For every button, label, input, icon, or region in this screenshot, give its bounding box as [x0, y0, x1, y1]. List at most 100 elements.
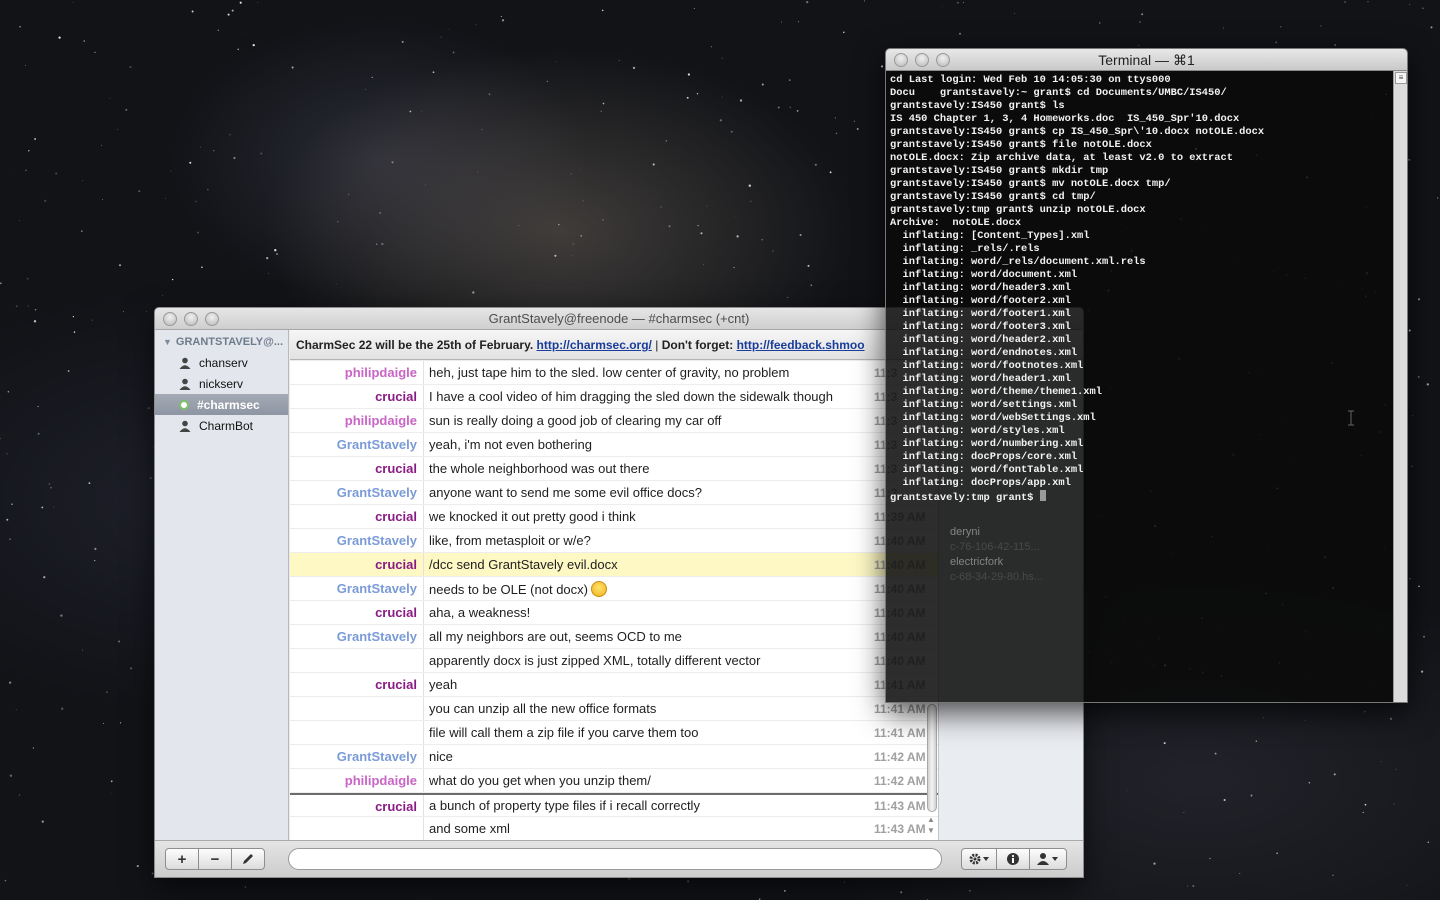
ghost-member-list: deryni c-76-106-42-115... electricfork c-68… [950, 526, 1043, 586]
message-nick[interactable]: philipdaigle [290, 361, 424, 384]
message-nick[interactable] [290, 649, 424, 672]
gear-icon [969, 853, 989, 865]
plus-icon: + [177, 850, 187, 868]
terminal-scrollbar[interactable]: ≡ [1393, 71, 1407, 702]
ghost-member: electricfork c-68-34-29-80.hs... [950, 556, 1043, 583]
message-text: nice [429, 749, 453, 764]
message-text-cell: what do you get when you unzip them/ [424, 773, 874, 788]
message-text: all my neighbors are out, seems OCD to m… [429, 629, 682, 644]
message-nick[interactable]: GrantStavely [290, 577, 424, 600]
sidebar-item-nickserv[interactable]: nickserv [155, 373, 288, 394]
remove-button[interactable]: − [198, 848, 232, 870]
user-menu-button[interactable] [1029, 848, 1067, 870]
sidebar-item-label: #charmsec [197, 397, 260, 412]
message-row: philipdaigle sun is really doing a good j… [290, 409, 938, 433]
message-text: anyone want to send me some evil office … [429, 485, 702, 500]
message-input[interactable] [288, 848, 942, 870]
message-row: you can unzip all the new office formats… [290, 697, 938, 721]
message-text-cell: nice [424, 749, 874, 764]
sidebar-item-chanserv[interactable]: chanserv [155, 352, 288, 373]
split-pane-icon[interactable]: ≡ [1395, 72, 1407, 84]
message-text-cell: you can unzip all the new office formats [424, 701, 874, 716]
ghost-member-name: electricfork [950, 556, 1004, 568]
message-text-cell: file will call them a zip file if you ca… [424, 725, 874, 740]
message-text: yeah [429, 677, 458, 692]
sidebar-item-charmsec[interactable]: #charmsec [155, 394, 288, 415]
message-text-cell: the whole neighborhood was out there [424, 461, 874, 476]
message-text-cell: heh, just tape him to the sled. low cent… [424, 365, 874, 380]
message-row: crucial we knocked it out pretty good i t… [290, 505, 938, 529]
message-row: GrantStavely all my neighbors are out, se… [290, 625, 938, 649]
message-nick[interactable]: crucial [290, 385, 424, 408]
message-text: needs to be OLE (not docx) [429, 581, 588, 597]
message-text-cell: yeah, i'm not even bothering [424, 437, 874, 452]
server-label: GRANTSTAVELY@... [175, 336, 284, 348]
channel-sidebar: ▼ GRANTSTAVELY@... chanserv nickserv #char… [155, 330, 289, 840]
message-row: GrantStavely nice 11:42 AM [290, 745, 938, 769]
sidebar-item-label: chanserv [199, 355, 248, 370]
message-text: you can unzip all the new office formats [429, 701, 657, 716]
terminal-title: Terminal — ⌘1 [1098, 52, 1195, 68]
message-nick[interactable]: philipdaigle [290, 769, 424, 792]
message-text-cell: I have a cool video of him dragging the … [424, 389, 874, 404]
message-nick[interactable]: crucial [290, 601, 424, 624]
person-icon [179, 420, 191, 432]
person-icon [179, 357, 191, 369]
message-nick[interactable]: crucial [290, 457, 424, 480]
message-text-cell: apparently docx is just zipped XML, tota… [424, 653, 874, 668]
message-nick[interactable]: GrantStavely [290, 745, 424, 768]
message-log[interactable]: philipdaigle heh, just tape him to the sl… [290, 361, 938, 840]
topic-link-charmsec[interactable]: http://charmsec.org/ [537, 338, 652, 352]
terminal-prompt: grantstavely:tmp grant$ [890, 492, 1040, 504]
sidebar-item-label: nickserv [199, 376, 244, 391]
message-text-cell: a bunch of property type files if i reca… [424, 798, 874, 813]
message-nick[interactable]: philipdaigle [290, 409, 424, 432]
message-row: crucial a bunch of property type files if… [290, 793, 938, 817]
message-row: GrantStavely yeah, i'm not even bothering… [290, 433, 938, 457]
message-row: philipdaigle what do you get when you unz… [290, 769, 938, 793]
message-text: sun is really doing a good job of cleari… [429, 413, 722, 428]
action-menu-button[interactable] [961, 848, 997, 870]
add-button[interactable]: + [165, 848, 199, 870]
person-icon [1037, 853, 1058, 865]
message-nick[interactable]: GrantStavely [290, 433, 424, 456]
message-scrollbar[interactable]: ▲ ▼ [926, 704, 938, 842]
message-text: heh, just tape him to the sled. low cent… [429, 365, 790, 380]
message-text: apparently docx is just zipped XML, tota… [429, 653, 761, 668]
terminal-output[interactable]: cd Last login: Wed Feb 10 14:05:30 on tt… [886, 71, 1393, 702]
person-icon [179, 378, 191, 390]
message-nick[interactable] [290, 721, 424, 744]
message-text: a bunch of property type files if i reca… [429, 798, 700, 813]
message-text: file will call them a zip file if you ca… [429, 725, 699, 740]
message-text-cell: like, from metasploit or w/e? [424, 533, 874, 548]
message-nick[interactable]: GrantStavely [290, 625, 424, 648]
message-nick[interactable]: GrantStavely [290, 481, 424, 504]
message-text: and some xml [429, 821, 510, 836]
server-group[interactable]: ▼ GRANTSTAVELY@... [155, 332, 288, 352]
message-row: crucialaha, a weakness!11:40 AM [290, 601, 938, 625]
message-nick[interactable]: GrantStavely [290, 529, 424, 552]
topic-link-feedback[interactable]: http://feedback.shmoo [737, 338, 865, 352]
sidebar-item-CharmBot[interactable]: CharmBot [155, 415, 288, 436]
message-nick[interactable]: crucial [290, 673, 424, 696]
scroll-arrows[interactable]: ▲ ▼ [927, 814, 935, 836]
terminal-titlebar[interactable]: Terminal — ⌘1 [886, 49, 1407, 71]
info-icon [1007, 853, 1019, 865]
edit-button[interactable] [231, 848, 265, 870]
scroll-thumb[interactable] [927, 704, 937, 812]
smiley-icon [590, 580, 607, 597]
message-nick[interactable] [290, 817, 424, 840]
ghost-member-host: c-76-106-42-115... [950, 541, 1040, 553]
message-text-cell: all my neighbors are out, seems OCD to m… [424, 629, 874, 644]
info-button[interactable] [996, 848, 1030, 870]
message-text: like, from metasploit or w/e? [429, 533, 591, 548]
minus-icon: − [210, 850, 220, 868]
message-row: apparently docx is just zipped XML, tota… [290, 649, 938, 673]
message-nick[interactable]: crucial [290, 795, 424, 816]
message-text-cell: /dcc send GrantStavely evil.docx [424, 557, 874, 572]
message-nick[interactable]: crucial [290, 505, 424, 528]
message-nick[interactable] [290, 697, 424, 720]
message-row: crucialyeah11:41 AM [290, 673, 938, 697]
message-nick[interactable]: crucial [290, 553, 424, 576]
disclosure-triangle-icon[interactable]: ▼ [163, 337, 172, 347]
